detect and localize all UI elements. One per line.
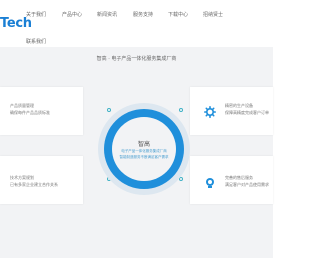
card-planning-title: 技术方案规划 <box>10 175 34 180</box>
nav-item-about[interactable]: 关于我们 <box>26 11 46 18</box>
card-equipment-title: 精密的生产设备 <box>225 103 253 108</box>
connector-dot <box>179 108 183 112</box>
section-title: 智高 · 电子产品一体化服务集成厂商 <box>96 56 177 62</box>
support-icon <box>204 174 216 188</box>
nav-item-download[interactable]: 下载中心 <box>168 11 188 18</box>
card-planning-desc: 已有多家企业建立合作关系 <box>10 182 58 187</box>
center-line-1: 电子产品一体化服务集成厂商 <box>121 149 167 153</box>
nav-item-support[interactable]: 服务支持 <box>133 11 153 18</box>
center-title: 智高 <box>137 141 150 148</box>
card-aftersales[interactable]: 完善的售后服务 满足客户对产品使用需求 <box>190 156 273 204</box>
center-circle: 智高 电子产品一体化服务集成厂商 智能制造服务不断满足客户需求 <box>104 109 184 189</box>
center-line-2: 智能制造服务不断满足客户需求 <box>119 155 169 159</box>
connector-dot <box>179 177 183 181</box>
card-quality-desc: 确保每件产品品质标准 <box>10 110 50 115</box>
logo[interactable]: Tech <box>0 16 32 31</box>
gear-icon <box>204 103 216 118</box>
connector-dot <box>107 108 111 112</box>
card-quality[interactable]: 产品质量管理 确保每件产品品质标准 <box>0 87 83 135</box>
card-aftersales-desc: 满足客户对产品使用需求 <box>225 182 269 187</box>
center-circle-inner: 智高 电子产品一体化服务集成厂商 智能制造服务不断满足客户需求 <box>112 117 176 181</box>
connector-dot <box>107 177 111 181</box>
card-equipment-desc: 保障高精度完成客户订单 <box>225 110 269 115</box>
card-equipment[interactable]: 精密的生产设备 保障高精度完成客户订单 <box>190 87 273 135</box>
nav-item-news[interactable]: 新闻资讯 <box>97 11 117 18</box>
nav-item-contact[interactable]: 联系我们 <box>26 38 46 45</box>
nav-item-products[interactable]: 产品中心 <box>62 11 82 18</box>
card-planning[interactable]: 技术方案规划 已有多家企业建立合作关系 <box>0 156 83 204</box>
card-aftersales-title: 完善的售后服务 <box>225 175 253 180</box>
card-quality-title: 产品质量管理 <box>10 103 34 108</box>
header: Tech 关于我们 产品中心 新闻资讯 服务支持 下载中心 招纳贤士 联系我们 <box>0 0 273 47</box>
nav-item-careers[interactable]: 招纳贤士 <box>203 11 223 18</box>
